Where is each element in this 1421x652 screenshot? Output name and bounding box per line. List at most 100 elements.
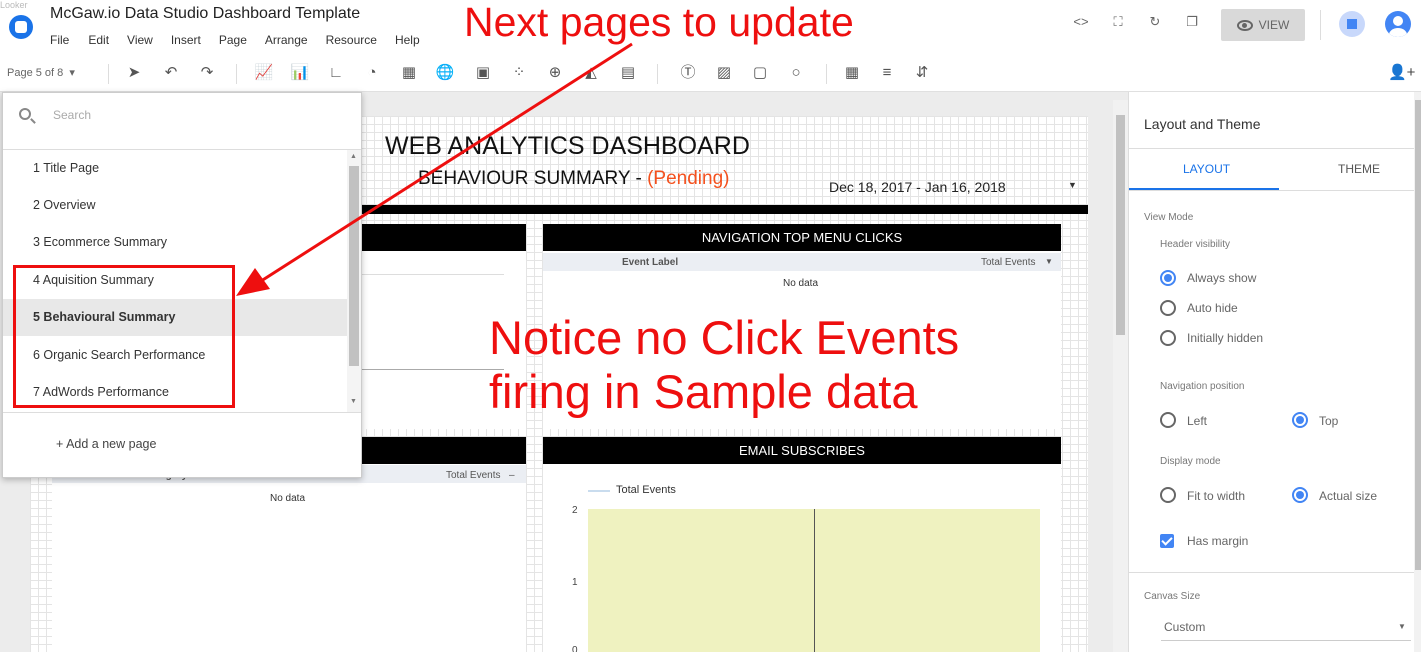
scroll-down-icon[interactable]: ▼ — [350, 398, 357, 405]
checkbox-label: Has margin — [1187, 534, 1249, 548]
sort-desc-icon[interactable]: ▼ — [1045, 257, 1053, 266]
fullscreen-icon[interactable]: ⛶ — [1108, 14, 1128, 30]
account-avatar-icon[interactable] — [1385, 11, 1411, 37]
col-total-events[interactable]: Total Events — [981, 257, 1035, 268]
faint-label: Looker — [0, 0, 28, 10]
tab-theme[interactable]: THEME — [1338, 162, 1380, 176]
page-selector[interactable]: Page 5 of 8 ▾ — [7, 66, 75, 79]
redo-icon[interactable]: ↷ — [196, 63, 218, 83]
time-series-chart-icon[interactable]: 📈 — [253, 63, 275, 83]
data-studio-icon[interactable] — [1339, 11, 1365, 37]
view-button[interactable]: VIEW — [1221, 9, 1305, 41]
menu-help[interactable]: Help — [395, 33, 420, 47]
radio-auto-hide[interactable] — [1160, 300, 1176, 316]
menu-edit[interactable]: Edit — [88, 33, 109, 47]
right-panel-scrollbar[interactable] — [1414, 92, 1421, 652]
divider — [3, 412, 361, 413]
text-box-icon[interactable]: Ⓣ — [677, 63, 699, 83]
embed-code-icon[interactable]: <> — [1071, 14, 1091, 29]
page-item-title[interactable]: 1 Title Page — [3, 150, 347, 187]
toolbar: Page 5 of 8 ▾ ➤ ↶ ↷ 📈 📊 ∟ ◔ ▦ 🌐 ▣ ⁘ ⊕ ◭ … — [0, 54, 1421, 92]
divider — [1129, 190, 1414, 191]
sort-icon[interactable]: – — [509, 470, 515, 481]
display-mode-label: Display mode — [1160, 456, 1221, 467]
scroll-up-icon[interactable]: ▲ — [350, 153, 357, 160]
menu-arrange[interactable]: Arrange — [265, 33, 308, 47]
image-icon[interactable]: ▨ — [713, 63, 735, 83]
page-item-ecommerce[interactable]: 3 Ecommerce Summary — [3, 224, 347, 261]
scorecard-icon[interactable]: ▣ — [472, 63, 494, 83]
add-page-button[interactable]: + Add a new page — [56, 437, 156, 451]
table-icon[interactable]: ▦ — [398, 63, 420, 83]
divider — [657, 64, 658, 84]
menu-page[interactable]: Page — [219, 33, 247, 47]
has-margin-checkbox[interactable] — [1160, 534, 1174, 548]
scatter-chart-icon[interactable]: ⁘ — [508, 63, 530, 83]
copy-icon[interactable]: ❐ — [1182, 14, 1202, 30]
divider — [1129, 148, 1414, 149]
radio-initially-hidden[interactable] — [1160, 330, 1176, 346]
radio-always-show[interactable] — [1160, 270, 1176, 286]
scroll-thumb[interactable] — [349, 166, 359, 366]
radio-actual-size[interactable] — [1292, 487, 1308, 503]
page-search-input[interactable] — [53, 106, 343, 124]
data-control-icon[interactable]: ⇵ — [911, 63, 933, 83]
filter-control-icon[interactable]: ≡ — [876, 63, 898, 83]
y-tick-label: 2 — [572, 505, 578, 516]
dropdown-caret-icon[interactable]: ▼ — [1398, 622, 1406, 631]
date-range-icon[interactable]: ▦ — [841, 63, 863, 83]
select-pointer-icon[interactable]: ➤ — [123, 63, 145, 83]
refresh-icon[interactable]: ↻ — [1145, 14, 1165, 30]
dashboard-title[interactable]: WEB ANALYTICS DASHBOARD — [385, 132, 750, 161]
geo-map-icon[interactable]: 🌐 — [434, 63, 456, 83]
col-total-events[interactable]: Total Events — [446, 470, 500, 481]
header-visibility-label: Header visibility — [1160, 239, 1231, 250]
rectangle-icon[interactable]: ▢ — [749, 63, 771, 83]
annotation-sample-data: firing in Sample data — [489, 365, 918, 418]
col-event-label[interactable]: Event Label — [622, 257, 678, 268]
pending-status: (Pending) — [647, 168, 730, 189]
select-underline — [1161, 640, 1411, 641]
divider — [108, 64, 109, 84]
search-icon — [19, 108, 31, 120]
bar-chart-icon[interactable]: 📊 — [289, 63, 311, 83]
undo-icon[interactable]: ↶ — [160, 63, 182, 83]
no-data-text: No data — [270, 493, 306, 504]
canvas-scroll-thumb[interactable] — [1116, 115, 1125, 335]
legend-label[interactable]: Total Events — [616, 484, 676, 496]
page-item-overview[interactable]: 2 Overview — [3, 187, 347, 224]
combo-chart-icon[interactable]: ∟ — [325, 63, 347, 83]
menu-resource[interactable]: Resource — [326, 33, 377, 47]
radio-fit-to-width[interactable] — [1160, 487, 1176, 503]
view-button-label: VIEW — [1258, 18, 1290, 32]
no-data-text: No data — [783, 278, 819, 289]
radio-nav-left[interactable] — [1160, 412, 1176, 428]
menu-file[interactable]: File — [50, 33, 69, 47]
menu-insert[interactable]: Insert — [171, 33, 201, 47]
page-indicator: Page 5 of 8 — [7, 67, 64, 79]
radio-nav-top[interactable] — [1292, 412, 1308, 428]
canvas-size-select[interactable]: Custom — [1164, 620, 1205, 634]
annotation-next-pages: Next pages to update — [464, 0, 854, 45]
add-user-icon[interactable]: 👤+ — [1388, 63, 1415, 81]
canvas-scrollbar[interactable] — [1113, 100, 1128, 652]
page-list-scrollbar[interactable]: ▲ ▼ — [347, 150, 361, 412]
tab-layout[interactable]: LAYOUT — [1183, 162, 1230, 176]
date-range-control[interactable]: Dec 18, 2017 - Jan 16, 2018 — [829, 179, 1006, 195]
report-title[interactable]: McGaw.io Data Studio Dashboard Template — [50, 5, 360, 23]
area-chart-icon[interactable]: ◭ — [580, 63, 602, 83]
circle-icon[interactable]: ○ — [785, 63, 807, 83]
radio-label: Top — [1319, 414, 1339, 428]
dropdown-caret-icon[interactable]: ▼ — [1068, 180, 1077, 190]
panel-title: Layout and Theme — [1144, 116, 1261, 132]
data-studio-logo-icon[interactable] — [9, 15, 33, 39]
chart-series-line — [814, 509, 815, 652]
menu-view[interactable]: View — [127, 33, 153, 47]
navigation-position-label: Navigation position — [1160, 381, 1245, 392]
scroll-thumb[interactable] — [1415, 100, 1421, 570]
dashboard-subtitle[interactable]: BEHAVIOUR SUMMARY - (Pending) — [418, 168, 730, 190]
pivot-table-icon[interactable]: ▤ — [617, 63, 639, 83]
pie-chart-icon[interactable]: ◔ — [361, 63, 383, 83]
bullet-chart-icon[interactable]: ⊕ — [544, 63, 566, 83]
panel-header: EMAIL SUBSCRIBES — [543, 437, 1061, 464]
